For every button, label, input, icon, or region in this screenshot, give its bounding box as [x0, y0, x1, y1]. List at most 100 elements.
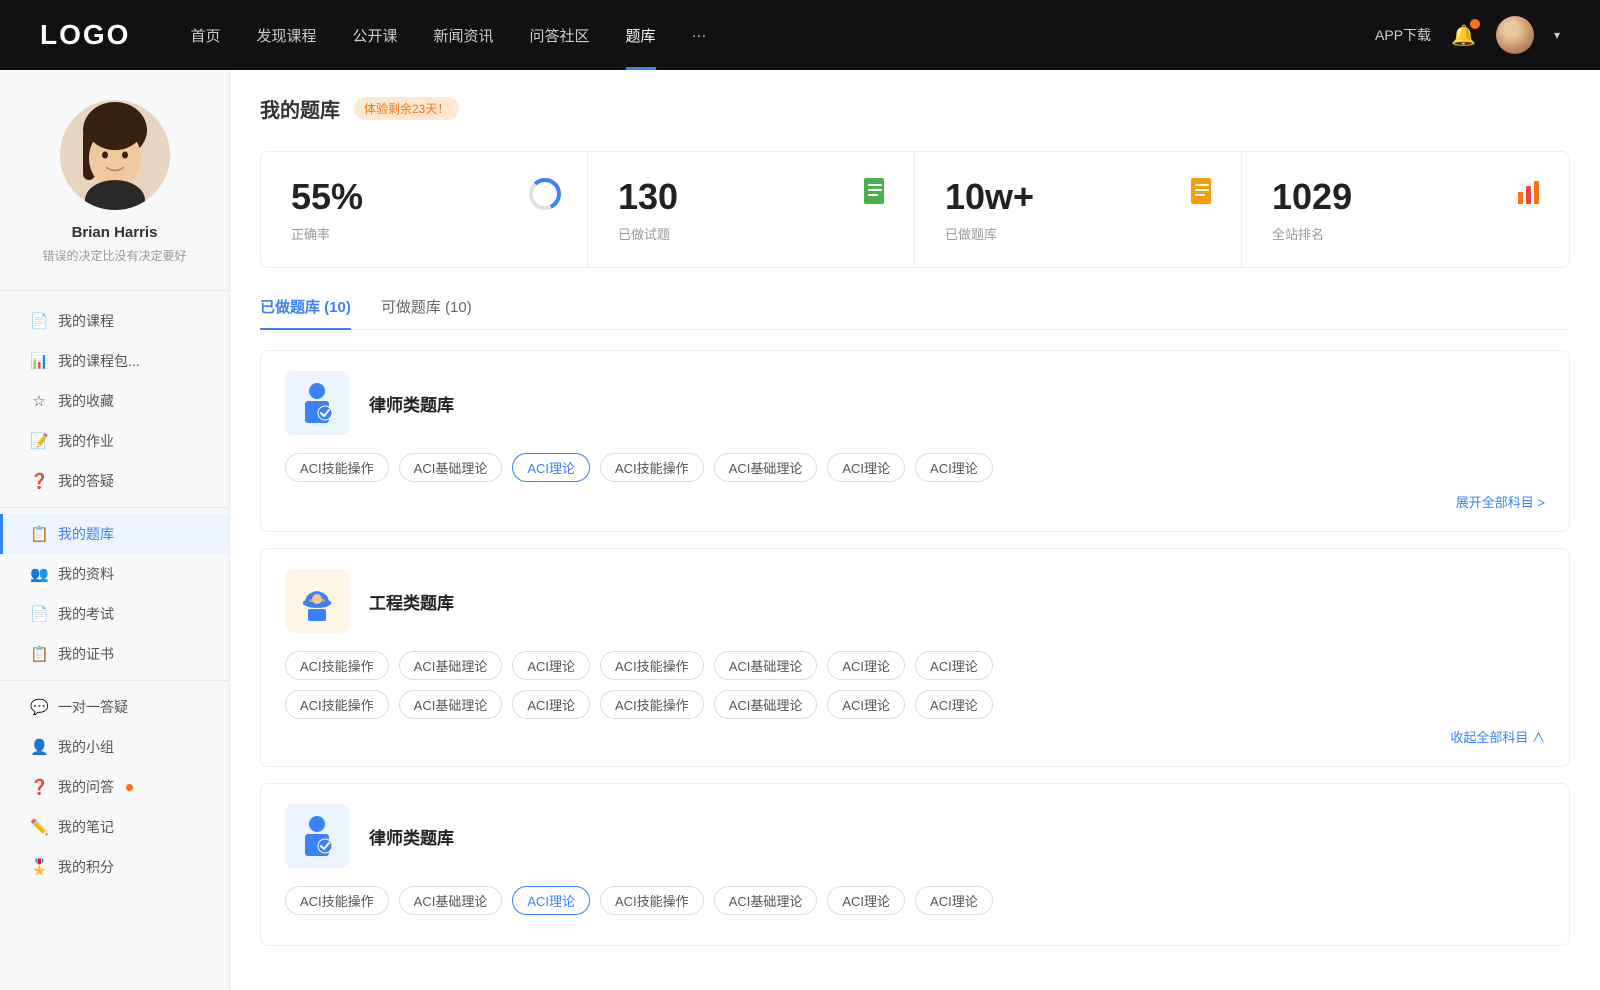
stat-questions: 130 已做试题 — [588, 152, 915, 267]
bank-tag[interactable]: ACI技能操作 — [285, 453, 389, 482]
profile-icon: 👥 — [30, 565, 48, 583]
tab-done[interactable]: 已做题库 (10) — [260, 296, 351, 329]
sidebar: Brian Harris 错误的决定比没有决定要好 📄 我的课程 📊 我的课程包… — [0, 70, 230, 990]
stat-accuracy: 55% 正确率 — [261, 152, 588, 267]
nav-right: APP下载 🔔 ▾ — [1375, 16, 1560, 54]
sidebar-item-questions[interactable]: ❓ 我的答疑 — [0, 461, 229, 501]
bank-expand-btn-1[interactable]: 展开全部科目 > — [285, 492, 1545, 511]
tabs-row: 已做题库 (10) 可做题库 (10) — [260, 296, 1570, 330]
stat-icon-doc-green — [860, 176, 890, 211]
bank-tag[interactable]: ACI理论 — [827, 453, 905, 482]
bank-tag[interactable]: ACI理论 — [827, 651, 905, 680]
bank-tag-active[interactable]: ACI理论 — [512, 453, 590, 482]
bank-tag[interactable]: ACI基础理论 — [399, 453, 503, 482]
bank-tag[interactable]: ACI基础理论 — [399, 886, 503, 915]
trial-badge: 体验剩余23天！ — [354, 97, 459, 120]
bank-tag-active[interactable]: ACI理论 — [512, 886, 590, 915]
sidebar-item-group[interactable]: 👤 我的小组 — [0, 727, 229, 767]
bank-tag[interactable]: ACI技能操作 — [285, 651, 389, 680]
bank-header-engineer: 工程类题库 — [285, 569, 1545, 633]
nav-more[interactable]: ··· — [692, 27, 707, 44]
bank-lawyer-2: 律师类题库 ACI技能操作 ACI基础理论 ACI理论 ACI技能操作 ACI基… — [260, 783, 1570, 946]
bank-tag[interactable]: ACI技能操作 — [600, 690, 704, 719]
bank-tag[interactable]: ACI技能操作 — [600, 651, 704, 680]
sidebar-item-tutor[interactable]: 💬 一对一答疑 — [0, 687, 229, 727]
sidebar-item-favorites[interactable]: ☆ 我的收藏 — [0, 381, 229, 421]
stat-label-banks: 已做题库 — [945, 224, 1211, 243]
stat-value-questions: 130 — [618, 176, 884, 218]
bank-icon: 📋 — [30, 525, 48, 543]
tab-available[interactable]: 可做题库 (10) — [381, 296, 472, 329]
stat-rank: 1029 全站排名 — [1242, 152, 1569, 267]
sidebar-label-points: 我的积分 — [58, 857, 114, 877]
sidebar-item-course[interactable]: 📄 我的课程 — [0, 301, 229, 341]
bank-tag[interactable]: ACI技能操作 — [600, 886, 704, 915]
bank-tag[interactable]: ACI技能操作 — [600, 453, 704, 482]
sidebar-menu: 📄 我的课程 📊 我的课程包... ☆ 我的收藏 📝 我的作业 ❓ 我的答疑 � — [0, 297, 229, 891]
bank-tag[interactable]: ACI理论 — [915, 886, 993, 915]
nav-discover[interactable]: 发现课程 — [256, 25, 316, 46]
logo: LOGO — [40, 19, 130, 51]
sidebar-item-points[interactable]: 🎖️ 我的积分 — [0, 847, 229, 887]
bank-tag[interactable]: ACI基础理论 — [399, 651, 503, 680]
sidebar-divider-mid — [0, 507, 229, 508]
points-icon: 🎖️ — [30, 858, 48, 876]
bank-tag[interactable]: ACI理论 — [827, 886, 905, 915]
bank-tag[interactable]: ACI理论 — [915, 453, 993, 482]
bank-tag[interactable]: ACI理论 — [915, 690, 993, 719]
course-icon: 📄 — [30, 312, 48, 330]
page-title: 我的题库 — [260, 94, 340, 123]
sidebar-item-notes[interactable]: ✏️ 我的笔记 — [0, 807, 229, 847]
bank-tag[interactable]: ACI基础理论 — [714, 651, 818, 680]
nav-open[interactable]: 公开课 — [352, 25, 397, 46]
bank-tag[interactable]: ACI基础理论 — [714, 453, 818, 482]
engineer-icon — [285, 569, 349, 633]
bank-header-lawyer-1: 律师类题库 — [285, 371, 1545, 435]
bank-tags-engineer-row1: ACI技能操作 ACI基础理论 ACI理论 ACI技能操作 ACI基础理论 AC… — [285, 651, 1545, 680]
nav-qa[interactable]: 问答社区 — [530, 25, 590, 46]
questions-icon: ❓ — [30, 472, 48, 490]
sidebar-item-profile[interactable]: 👥 我的资料 — [0, 554, 229, 594]
sidebar-label-cert: 我的证书 — [58, 644, 114, 664]
bank-title-lawyer-2: 律师类题库 — [369, 824, 454, 849]
bank-tag[interactable]: ACI理论 — [512, 690, 590, 719]
bank-tag[interactable]: ACI理论 — [827, 690, 905, 719]
stat-icon-pie — [527, 176, 563, 217]
bank-tag[interactable]: ACI技能操作 — [285, 690, 389, 719]
user-avatar[interactable] — [1496, 16, 1534, 54]
sidebar-item-bank[interactable]: 📋 我的题库 — [0, 514, 229, 554]
nav-news[interactable]: 新闻资讯 — [434, 25, 494, 46]
bank-tag[interactable]: ACI技能操作 — [285, 886, 389, 915]
bank-tag[interactable]: ACI理论 — [915, 651, 993, 680]
nav-bank[interactable]: 题库 — [626, 25, 656, 46]
user-menu-chevron[interactable]: ▾ — [1554, 28, 1560, 42]
my-qa-icon: ❓ — [30, 778, 48, 796]
sidebar-item-my-qa[interactable]: ❓ 我的问答 — [0, 767, 229, 807]
bank-tag[interactable]: ACI理论 — [512, 651, 590, 680]
lawyer-icon-2 — [285, 804, 349, 868]
sidebar-label-questions: 我的答疑 — [58, 471, 114, 491]
bank-title-lawyer-1: 律师类题库 — [369, 391, 454, 416]
sidebar-label-profile: 我的资料 — [58, 564, 114, 584]
sidebar-item-exam[interactable]: 📄 我的考试 — [0, 594, 229, 634]
profile-name: Brian Harris — [72, 224, 158, 241]
qa-badge — [126, 784, 133, 791]
notes-icon: ✏️ — [30, 818, 48, 836]
nav-home[interactable]: 首页 — [190, 25, 220, 46]
profile-section: Brian Harris 错误的决定比没有决定要好 — [0, 70, 229, 284]
sidebar-item-course-pkg[interactable]: 📊 我的课程包... — [0, 341, 229, 381]
nav-links: 首页 发现课程 公开课 新闻资讯 问答社区 题库 ··· — [190, 25, 1375, 46]
stat-icon-doc-yellow — [1187, 176, 1217, 211]
app-download-btn[interactable]: APP下载 — [1375, 25, 1431, 45]
stats-row: 55% 正确率 130 已做试题 — [260, 151, 1570, 268]
bank-tag[interactable]: ACI基础理论 — [714, 690, 818, 719]
stat-label-questions: 已做试题 — [618, 224, 884, 243]
bank-tag[interactable]: ACI基础理论 — [399, 690, 503, 719]
bank-header-lawyer-2: 律师类题库 — [285, 804, 1545, 868]
notification-bell[interactable]: 🔔 — [1451, 23, 1476, 48]
bank-collapse-btn[interactable]: 收起全部科目 ∧ — [285, 727, 1545, 746]
sidebar-item-cert[interactable]: 📋 我的证书 — [0, 634, 229, 674]
sidebar-item-homework[interactable]: 📝 我的作业 — [0, 421, 229, 461]
bank-tag[interactable]: ACI基础理论 — [714, 886, 818, 915]
page-header: 我的题库 体验剩余23天！ — [260, 94, 1570, 123]
